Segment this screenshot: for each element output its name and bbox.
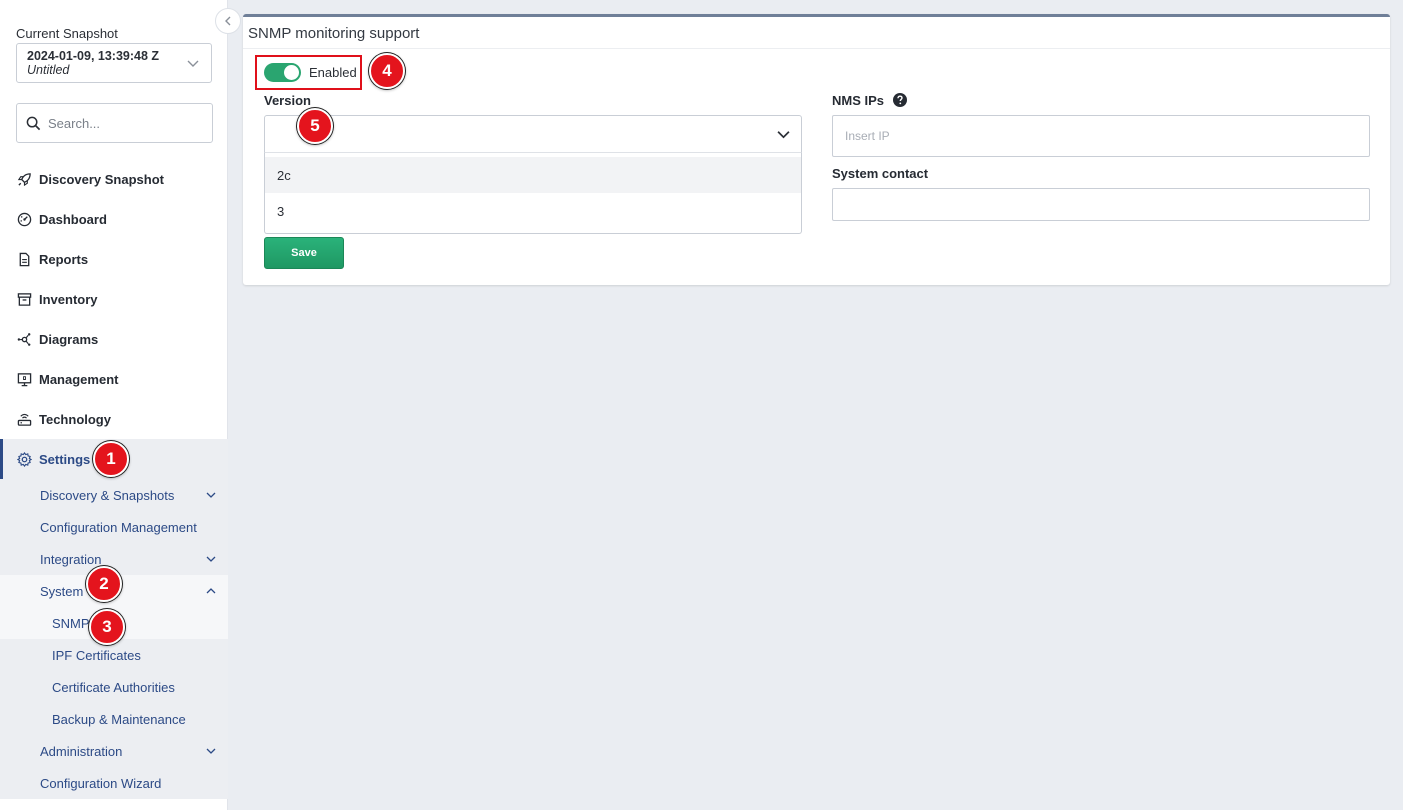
snmp-settings-card: SNMP monitoring support Enabled Version … bbox=[243, 14, 1390, 285]
chevron-down-icon bbox=[206, 556, 216, 562]
enabled-toggle[interactable] bbox=[264, 63, 301, 82]
step-badge-3: 3 bbox=[89, 609, 125, 645]
sidebar-subitem-administration[interactable]: Administration bbox=[0, 735, 228, 767]
enabled-toggle-highlight: Enabled bbox=[255, 55, 362, 90]
sidebar-item-label: Diagrams bbox=[39, 331, 99, 347]
sidebar-subitem-label: Administration bbox=[40, 743, 123, 759]
sidebar-item-discovery-snapshot[interactable]: Discovery Snapshot bbox=[0, 159, 228, 199]
sidebar-subitem-label: Integration bbox=[40, 551, 102, 567]
sidebar-subitem-ipf-certificates[interactable]: IPF Certificates bbox=[0, 639, 228, 671]
sidebar-item-management[interactable]: Management bbox=[0, 359, 228, 399]
sidebar-item-label: Management bbox=[39, 371, 119, 387]
chevron-left-icon bbox=[225, 16, 231, 26]
snapshot-timestamp: 2024-01-09, 13:39:48 Z bbox=[27, 49, 160, 63]
nms-ips-label-row: NMS IPs bbox=[832, 93, 907, 108]
system-contact-input[interactable] bbox=[832, 188, 1370, 221]
snapshot-selector[interactable]: 2024-01-09, 13:39:48 Z Untitled bbox=[16, 43, 212, 83]
rocket-icon bbox=[17, 172, 31, 186]
search-input[interactable] bbox=[48, 115, 198, 131]
sidebar-subitem-configuration-management[interactable]: Configuration Management bbox=[0, 511, 228, 543]
sidebar-item-label: Technology bbox=[39, 411, 111, 427]
sidebar-subitem-label: Discovery & Snapshots bbox=[40, 487, 175, 503]
search-icon bbox=[26, 116, 41, 130]
version-option-3[interactable]: 3 bbox=[265, 193, 801, 229]
chevron-down-icon bbox=[206, 748, 216, 754]
sidebar-subitem-label: Certificate Authorities bbox=[52, 679, 175, 695]
sidebar-item-technology[interactable]: Technology bbox=[0, 399, 228, 439]
sidebar-subitem-discovery-snapshots[interactable]: Discovery & Snapshots bbox=[0, 479, 228, 511]
enabled-toggle-label: Enabled bbox=[309, 65, 357, 80]
sidebar-item-diagrams[interactable]: Diagrams bbox=[0, 319, 228, 359]
step-badge-1: 1 bbox=[93, 441, 129, 477]
toggle-knob bbox=[284, 65, 299, 80]
sidebar-subitem-label: Configuration Management bbox=[40, 519, 197, 535]
sidebar-item-label: Dashboard bbox=[39, 211, 107, 227]
chevron-down-icon bbox=[187, 60, 199, 67]
sidebar-item-inventory[interactable]: Inventory bbox=[0, 279, 228, 319]
sidebar-item-label: Settings bbox=[39, 451, 91, 467]
archive-icon bbox=[17, 292, 32, 306]
sidebar-subitem-certificate-authorities[interactable]: Certificate Authorities bbox=[0, 671, 228, 703]
sidebar-subitem-label: SNMP bbox=[52, 615, 90, 631]
version-select[interactable] bbox=[264, 115, 802, 153]
sidebar-item-reports[interactable]: Reports bbox=[0, 239, 228, 279]
sidebar-subitem-label: System bbox=[40, 583, 84, 599]
save-button[interactable]: Save bbox=[264, 237, 344, 269]
nms-ips-input[interactable] bbox=[832, 115, 1370, 157]
chevron-down-icon bbox=[777, 131, 790, 139]
chevron-up-icon bbox=[206, 588, 216, 594]
step-badge-2: 2 bbox=[86, 566, 122, 602]
gear-icon bbox=[17, 451, 32, 467]
sidebar-item-label: Reports bbox=[39, 251, 89, 267]
version-label: Version bbox=[264, 93, 311, 108]
sidebar: Current Snapshot 2024-01-09, 13:39:48 Z … bbox=[0, 0, 228, 810]
sidebar-subitem-backup-maintenance[interactable]: Backup & Maintenance bbox=[0, 703, 228, 735]
nms-ips-label: NMS IPs bbox=[832, 93, 885, 108]
sidebar-subitem-label: Configuration Wizard bbox=[40, 775, 162, 791]
version-dropdown: 2c 3 bbox=[264, 152, 802, 234]
sidebar-subitem-configuration-wizard[interactable]: Configuration Wizard bbox=[0, 767, 228, 799]
card-title: SNMP monitoring support bbox=[248, 25, 420, 42]
monitor-icon bbox=[17, 372, 32, 386]
router-icon bbox=[17, 413, 32, 426]
step-badge-5: 5 bbox=[297, 108, 333, 144]
sidebar-item-label: Inventory bbox=[39, 291, 98, 307]
sidebar-item-label: Discovery Snapshot bbox=[39, 171, 164, 187]
sidebar-item-dashboard[interactable]: Dashboard bbox=[0, 199, 228, 239]
document-icon bbox=[19, 252, 30, 266]
network-icon bbox=[17, 332, 31, 346]
question-icon[interactable] bbox=[892, 93, 907, 107]
system-contact-label: System contact bbox=[832, 166, 929, 181]
current-snapshot-label: Current Snapshot bbox=[16, 26, 118, 41]
step-badge-4: 4 bbox=[369, 53, 405, 89]
card-divider bbox=[243, 48, 1390, 49]
sidebar-subitem-label: Backup & Maintenance bbox=[52, 711, 186, 727]
search-box bbox=[16, 103, 213, 143]
sidebar-subitem-label: IPF Certificates bbox=[52, 647, 141, 663]
version-option-2c[interactable]: 2c bbox=[265, 157, 801, 193]
dashboard-icon bbox=[17, 212, 32, 226]
collapse-sidebar-button[interactable] bbox=[215, 8, 241, 34]
chevron-down-icon bbox=[206, 492, 216, 498]
snapshot-name: Untitled bbox=[27, 63, 70, 77]
